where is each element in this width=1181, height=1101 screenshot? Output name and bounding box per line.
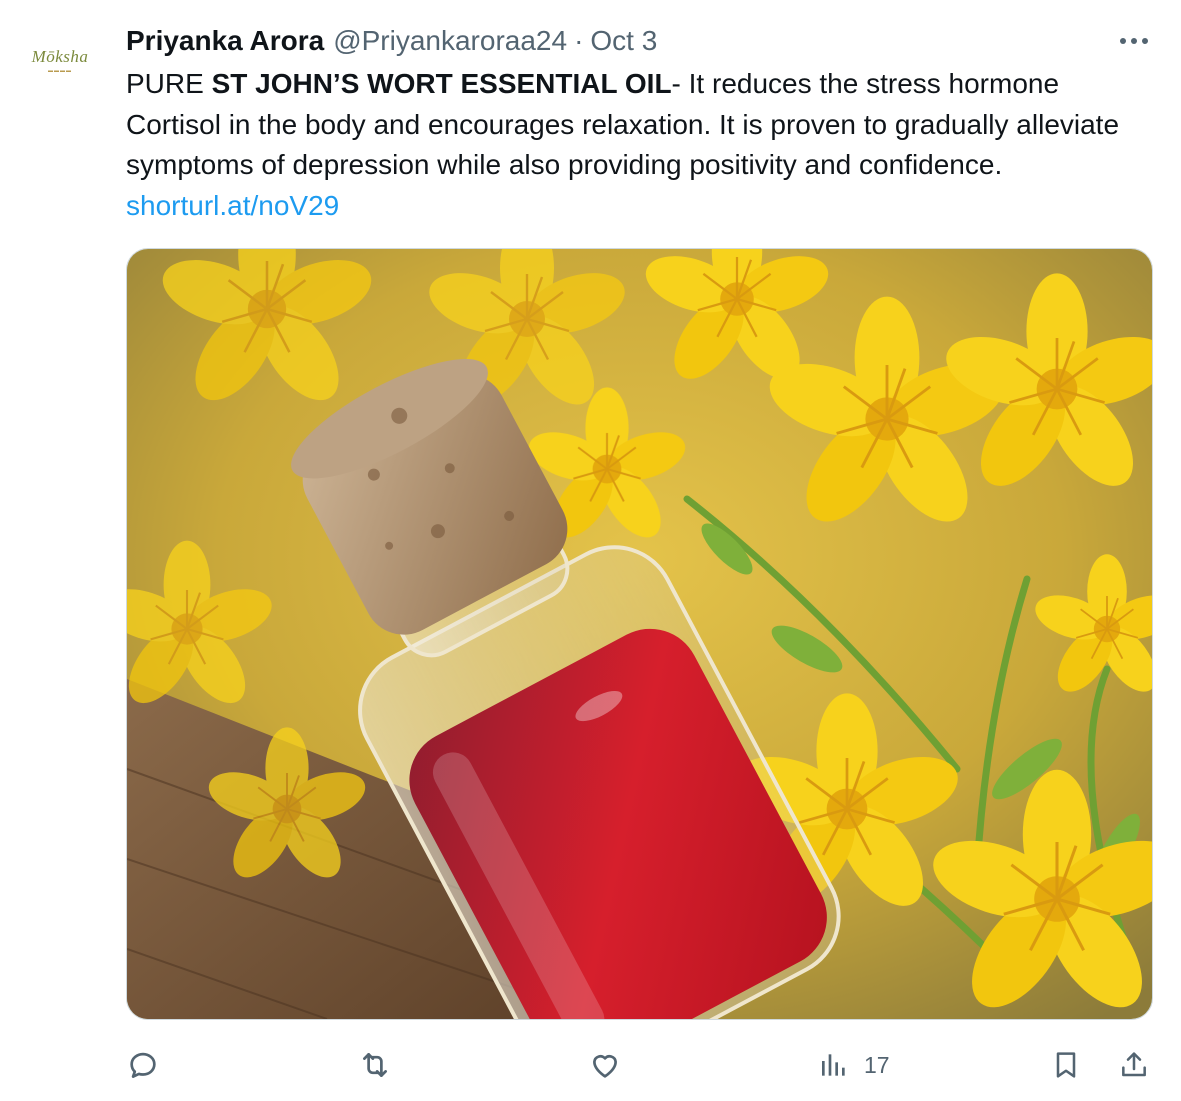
tweet-text: PURE ST JOHN’S WORT ESSENTIAL OIL- It re… xyxy=(126,64,1156,226)
bookmark-icon xyxy=(1056,1052,1076,1078)
avatar[interactable]: Mōksha ▬▬▬▬ xyxy=(14,30,106,90)
like-icon xyxy=(593,1055,617,1078)
more-icon xyxy=(1120,38,1148,44)
views-count: 17 xyxy=(864,1051,890,1078)
like-button[interactable] xyxy=(588,1038,622,1092)
header-separator: · xyxy=(574,25,584,56)
share-button[interactable] xyxy=(1118,1038,1150,1092)
reply-button[interactable] xyxy=(126,1038,160,1092)
tweet-header: Priyanka Arora @Priyankaroraa24 · Oct 3 xyxy=(126,22,657,60)
reply-icon xyxy=(130,1052,156,1078)
more-options-button[interactable] xyxy=(1112,24,1156,58)
tweet-media-photo[interactable] xyxy=(126,248,1153,1020)
tweet-action-bar: 17 xyxy=(0,1038,1181,1092)
views-icon xyxy=(822,1054,845,1076)
tweet-text-bold: ST JOHN’S WORT ESSENTIAL OIL xyxy=(211,68,672,99)
photo-st-johns-wort-oil-bottle-icon xyxy=(127,249,1152,1019)
views-button[interactable]: 17 xyxy=(818,1038,890,1092)
avatar-logo-tagline-mark: ▬▬▬▬ xyxy=(48,67,72,74)
tweet-date[interactable]: Oct 3 xyxy=(590,25,657,57)
bookmark-button[interactable] xyxy=(1050,1038,1082,1092)
share-icon xyxy=(1122,1052,1146,1077)
tweet: Mōksha ▬▬▬▬ Priyanka Arora @Priyankarora… xyxy=(0,0,1181,1101)
tweet-text-prefix: PURE xyxy=(126,68,212,99)
tweet-link[interactable]: shorturl.at/noV29 xyxy=(126,190,339,221)
retweet-button[interactable] xyxy=(358,1038,392,1092)
avatar-logo-text: Mōksha xyxy=(31,46,89,66)
author-handle[interactable]: @Priyankaroraa24 xyxy=(333,25,567,57)
author-name[interactable]: Priyanka Arora xyxy=(126,25,324,57)
retweet-icon xyxy=(363,1053,387,1077)
